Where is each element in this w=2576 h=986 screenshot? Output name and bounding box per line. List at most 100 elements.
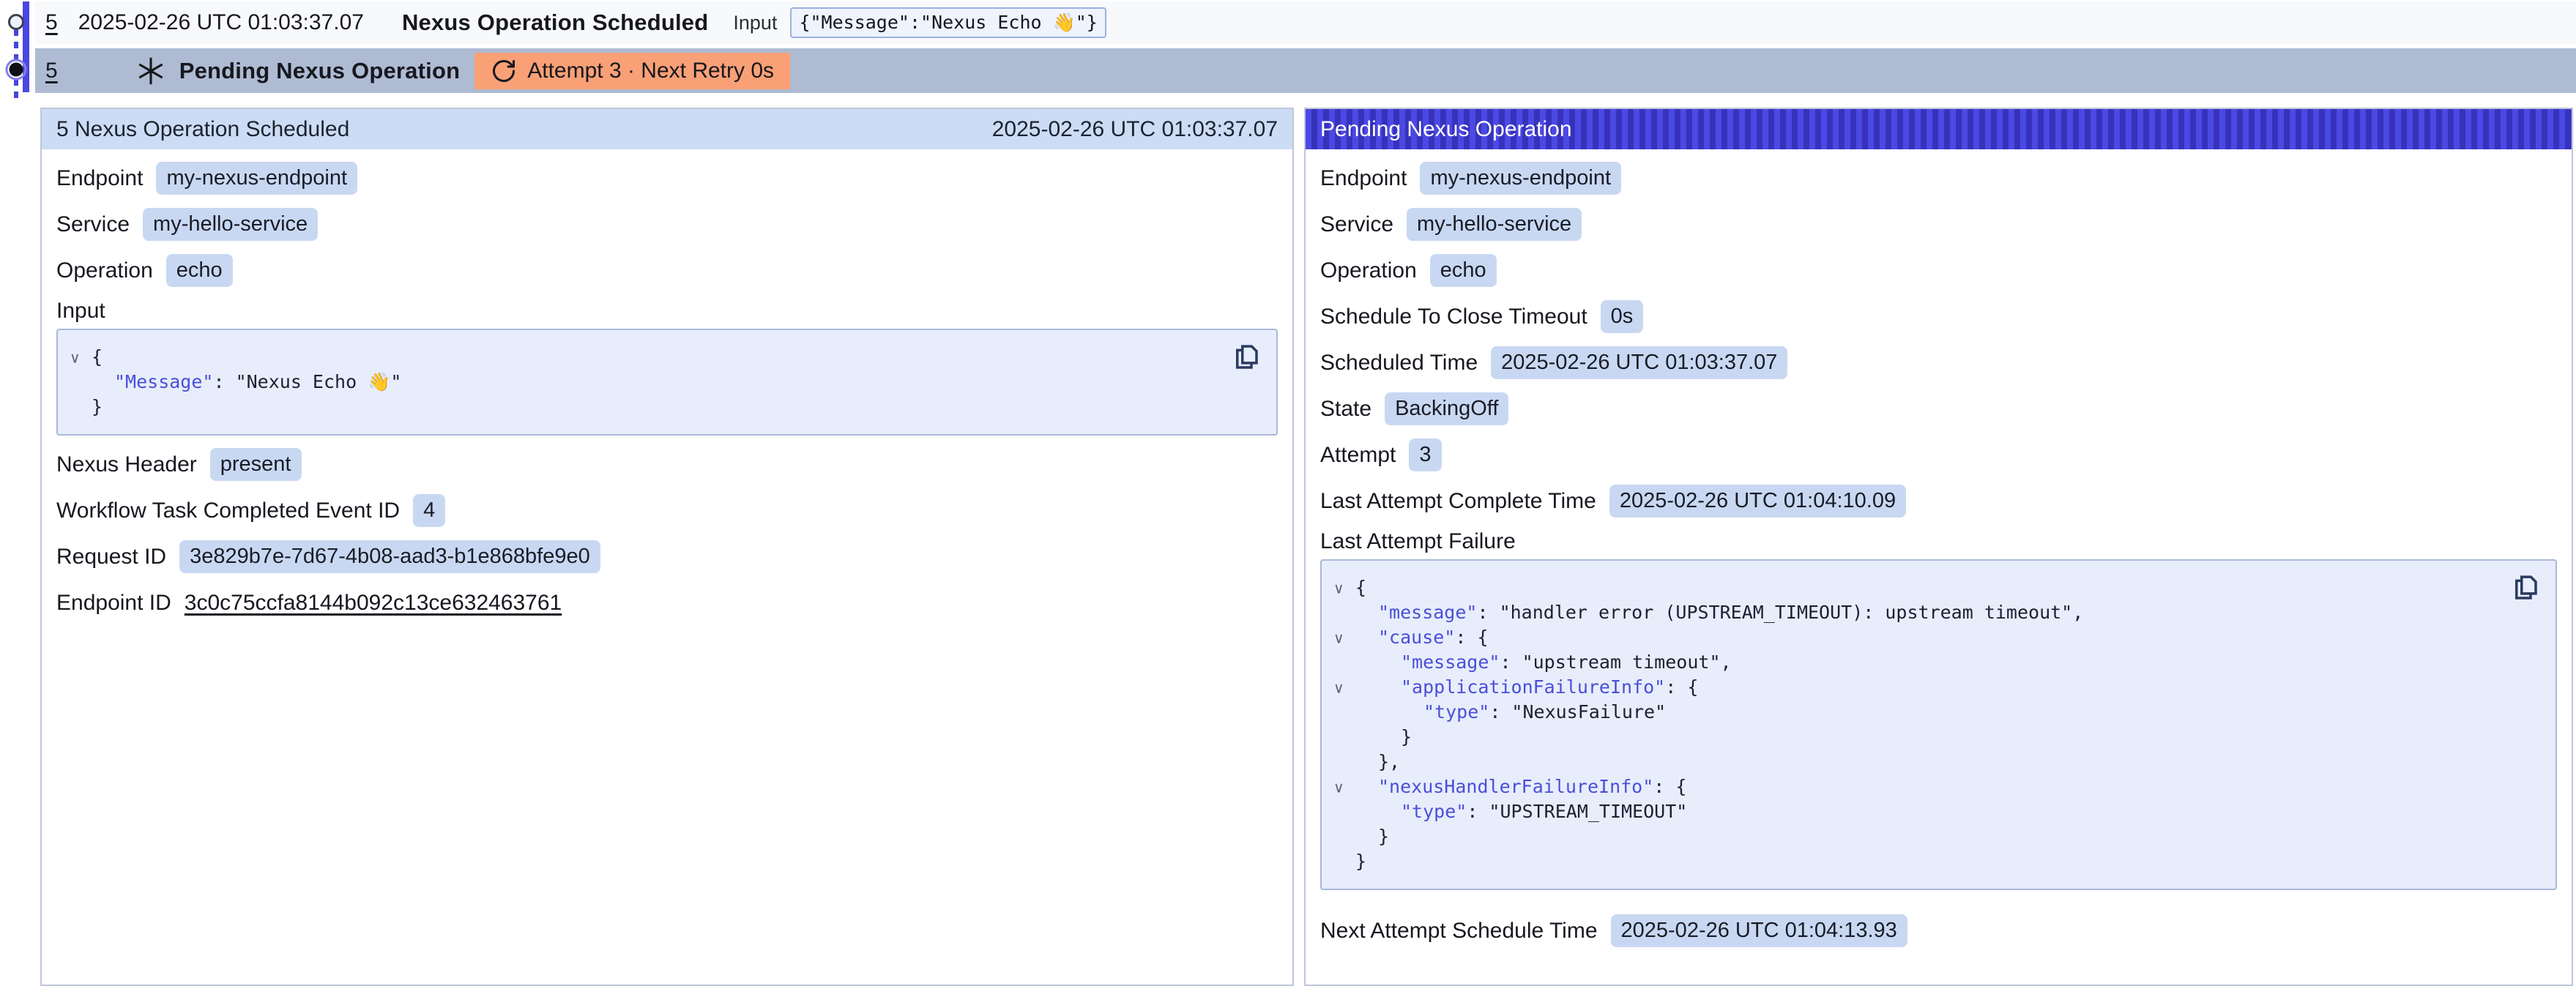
json-key: "applicationFailureInfo": [1401, 676, 1665, 698]
collapse-chevron-icon[interactable]: ∨: [70, 346, 81, 370]
field-value-chip: my-nexus-endpoint: [156, 162, 357, 195]
copy-button[interactable]: [1231, 342, 1262, 373]
code-line: }: [1322, 725, 2512, 750]
code-line: }: [1322, 824, 2512, 849]
event-fields-top: Endpointmy-nexus-endpointServicemy-hello…: [56, 155, 1278, 294]
json-key: "message": [1401, 651, 1500, 673]
field-value-link[interactable]: 3c0c75ccfa8144b092c13ce632463761: [185, 591, 562, 616]
field-next-attempt-schedule-time: Next Attempt Schedule Time 2025-02-26 UTC…: [1320, 908, 2557, 954]
code-line: "type": "UPSTREAM_TIMEOUT": [1322, 799, 2512, 824]
field-schedule-to-close-timeout: Schedule To Close Timeout0s: [1320, 294, 2557, 340]
field-label: Request ID: [56, 545, 166, 569]
event-detail-panel: 5 Nexus Operation Scheduled 2025-02-26 U…: [40, 108, 1294, 986]
json-key: "nexusHandlerFailureInfo": [1378, 776, 1653, 797]
collapse-chevron-icon[interactable]: ∨: [1333, 676, 1344, 701]
json-key: "message": [1378, 602, 1477, 623]
field-operation: Operation echo: [1320, 247, 2557, 294]
field-state: StateBackingOff: [1320, 386, 2557, 432]
field-endpoint-id: Endpoint ID 3c0c75ccfa8144b092c13ce632463…: [56, 580, 1278, 626]
field-label: Operation: [1320, 258, 1417, 283]
json-text: : {: [1455, 627, 1488, 648]
input-json-lines: ∨{"Message": "Nexus Echo 👋"}: [58, 345, 1232, 419]
field-label: Last Attempt Complete Time: [1320, 489, 1596, 514]
field-label: Next Attempt Schedule Time: [1320, 919, 1598, 944]
pending-fields-top: Endpoint my-nexus-endpoint Servicemy-hello…: [1320, 155, 2557, 524]
json-key: "cause": [1378, 627, 1455, 648]
retry-badge-label: Attempt 3 · Next Retry 0s: [527, 59, 774, 83]
field-label: Nexus Header: [56, 452, 197, 477]
field-value-chip: 2025-02-26 UTC 01:04:13.93: [1611, 914, 1907, 947]
field-value-chip: 2025-02-26 UTC 01:04:10.09: [1609, 485, 1906, 518]
event-id-link[interactable]: 5: [45, 10, 58, 35]
field-value-chip: 3e829b7e-7d67-4b08-aad3-b1e868bfe9e0: [179, 540, 600, 573]
json-text: : {: [1665, 676, 1698, 698]
json-key: "type": [1401, 801, 1467, 822]
field-value-chip: echo: [1430, 254, 1497, 287]
code-line: ∨ "cause": {: [1322, 625, 2512, 650]
collapse-chevron-icon[interactable]: ∨: [1333, 626, 1344, 651]
collapse-chevron-icon[interactable]: ∨: [1333, 775, 1344, 800]
timeline-start-circle-icon: [6, 12, 26, 32]
field-service: Servicemy-hello-service: [1320, 201, 2557, 247]
retry-badge: Attempt 3 · Next Retry 0s: [474, 53, 790, 89]
field-value-chip: 4: [413, 494, 445, 527]
field-last-attempt-complete-time: Last Attempt Complete Time 2025-02-26 UTC…: [1320, 478, 2557, 524]
copy-button[interactable]: [2510, 572, 2541, 603]
field-label: Service: [1320, 212, 1393, 237]
field-endpoint: Endpointmy-nexus-endpoint: [56, 155, 1278, 201]
pending-operation-row[interactable]: 5 Pending Nexus Operation Attempt 3 · Ne…: [35, 48, 2576, 93]
copy-icon: [2510, 572, 2541, 603]
field-nexus-header: Nexus Header present: [56, 441, 1278, 488]
json-text: : "UPSTREAM_TIMEOUT": [1467, 801, 1687, 822]
code-line: ∨ "applicationFailureInfo": {: [1322, 675, 2512, 700]
code-line: "message": "upstream timeout",: [1322, 650, 2512, 675]
code-line: }: [58, 395, 1232, 419]
field-value-chip: echo: [166, 254, 233, 287]
event-summary-row[interactable]: 5 2025-02-26 UTC 01:03:37.07 Nexus Opera…: [35, 1, 2576, 44]
json-key: "type": [1423, 701, 1489, 722]
json-text: : "Nexus Echo 👋": [213, 371, 401, 392]
json-text: }: [1378, 826, 1389, 847]
input-json-block: ∨{"Message": "Nexus Echo 👋"}: [56, 329, 1278, 436]
field-value-chip: present: [210, 448, 302, 481]
field-label: Schedule To Close Timeout: [1320, 305, 1587, 329]
code-line: },: [1322, 750, 2512, 774]
code-line: ∨{: [1322, 575, 2512, 600]
code-line: ∨ "nexusHandlerFailureInfo": {: [1322, 774, 2512, 799]
field-label: Service: [56, 212, 130, 237]
json-key: "Message": [114, 371, 213, 392]
field-label: Scheduled Time: [1320, 351, 1478, 376]
collapse-chevron-icon[interactable]: ∨: [1333, 576, 1344, 601]
field-label: Endpoint: [1320, 166, 1407, 191]
failure-json-lines: ∨{"message": "handler error (UPSTREAM_TI…: [1322, 575, 2512, 874]
event-detail-title: 5 Nexus Operation Scheduled: [56, 117, 349, 142]
retry-icon: [491, 58, 517, 84]
json-text: : "NexusFailure": [1489, 701, 1666, 722]
timeline-event-dot-icon: [4, 58, 28, 81]
pending-fields-bottom: Next Attempt Schedule Time 2025-02-26 UTC…: [1320, 908, 2557, 954]
code-line: }: [1322, 849, 2512, 874]
field-value-chip: my-nexus-endpoint: [1420, 162, 1621, 195]
event-fields-bottom: Nexus Header present Workflow Task Complet…: [56, 441, 1278, 626]
code-line: "Message": "Nexus Echo 👋": [58, 370, 1232, 395]
event-detail-header: 5 Nexus Operation Scheduled 2025-02-26 U…: [42, 109, 1292, 149]
pending-detail-header: Pending Nexus Operation: [1306, 109, 2572, 149]
json-text: : "upstream timeout",: [1500, 651, 1731, 673]
field-service: Servicemy-hello-service: [56, 201, 1278, 247]
pending-id-link[interactable]: 5: [45, 59, 58, 83]
field-label: Endpoint ID: [56, 591, 171, 616]
field-endpoint: Endpoint my-nexus-endpoint: [1320, 155, 2557, 201]
field-value-chip: BackingOff: [1385, 392, 1508, 425]
failure-block-label: Last Attempt Failure: [1320, 524, 2557, 559]
json-text: {: [92, 346, 103, 367]
field-operation: Operationecho: [56, 247, 1278, 294]
field-label: Attempt: [1320, 443, 1396, 468]
input-preview-chip: {"Message":"Nexus Echo 👋"}: [790, 7, 1106, 38]
json-text: : "handler error (UPSTREAM_TIMEOUT): ups…: [1477, 602, 2083, 623]
json-text: : {: [1653, 776, 1686, 797]
event-detail-timestamp: 2025-02-26 UTC 01:03:37.07: [992, 117, 1278, 142]
field-label: Workflow Task Completed Event ID: [56, 498, 400, 523]
code-line: ∨{: [58, 345, 1232, 370]
event-input-label: Input: [733, 12, 777, 34]
json-text: {: [1355, 577, 1366, 598]
